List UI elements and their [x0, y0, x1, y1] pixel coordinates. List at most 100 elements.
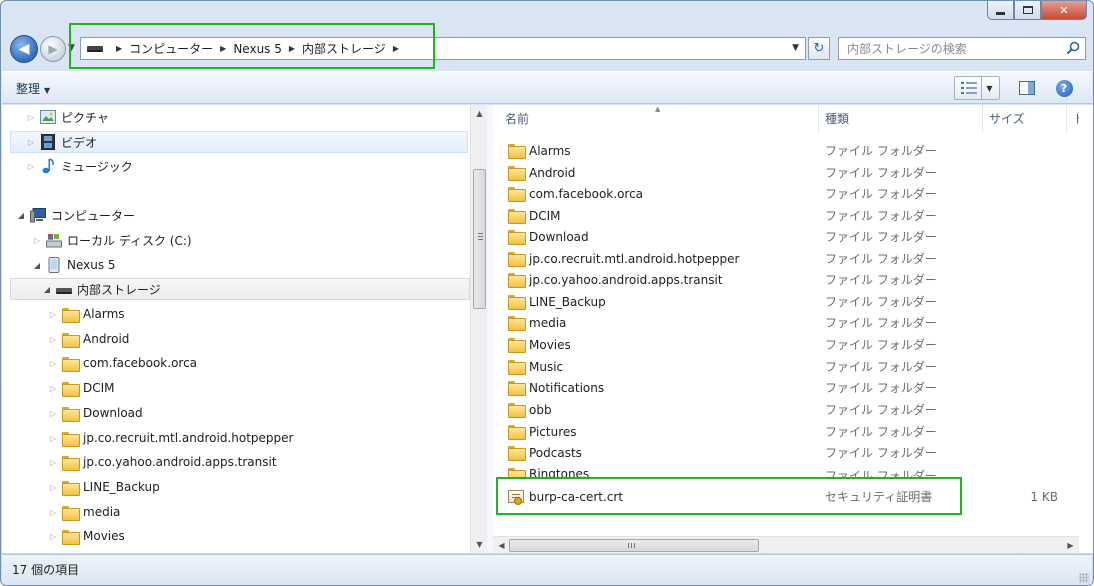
- file-type: ファイル フォルダー: [825, 446, 937, 460]
- help-icon: ?: [1055, 79, 1073, 97]
- organize-button[interactable]: 整理 ▼: [16, 80, 50, 97]
- scroll-up-icon[interactable]: ▲: [471, 105, 488, 122]
- tree-item-folder[interactable]: ▷ jp.co.recruit.mtl.android.hotpepper: [48, 427, 468, 449]
- folder-icon: [508, 381, 526, 396]
- search-icon[interactable]: [1066, 41, 1080, 55]
- tree-item-internal-storage[interactable]: ◢ 内部ストレージ: [10, 278, 470, 300]
- tree-item-folder[interactable]: ▷ jp.co.yahoo.android.apps.transit: [48, 451, 468, 473]
- table-row[interactable]: Pictures ファイル フォルダー: [493, 421, 1093, 442]
- back-button[interactable]: ◀: [10, 35, 38, 63]
- tree-item-folder[interactable]: ▷ media: [48, 501, 468, 523]
- scrollbar-thumb[interactable]: [509, 539, 759, 552]
- expand-arrow-icon[interactable]: ▷: [48, 409, 58, 418]
- table-row[interactable]: Download ファイル フォルダー: [493, 226, 1093, 247]
- file-type: ファイル フォルダー: [825, 273, 937, 287]
- table-row[interactable]: Notifications ファイル フォルダー: [493, 377, 1093, 398]
- chevron-down-icon[interactable]: ▼: [986, 84, 992, 93]
- close-button[interactable]: ✕: [1041, 1, 1087, 20]
- expand-arrow-icon[interactable]: ▷: [48, 359, 58, 368]
- help-button[interactable]: ?: [1053, 76, 1075, 100]
- expand-arrow-icon[interactable]: ▷: [32, 236, 42, 245]
- expand-arrow-icon[interactable]: ▷: [48, 434, 58, 443]
- tree-item-folder[interactable]: ▷ LINE_Backup: [48, 476, 468, 498]
- expand-arrow-icon[interactable]: ▷: [48, 458, 58, 467]
- folder-icon: [62, 454, 80, 471]
- folder-icon: [508, 273, 526, 288]
- expand-arrow-icon[interactable]: ▷: [48, 532, 58, 541]
- table-row[interactable]: obb ファイル フォルダー: [493, 399, 1093, 420]
- search-input[interactable]: [839, 41, 1054, 56]
- table-row[interactable]: jp.co.recruit.mtl.android.hotpepper ファイル …: [493, 248, 1093, 269]
- address-dropdown-icon[interactable]: ▼: [792, 43, 799, 53]
- refresh-button[interactable]: ↻: [808, 37, 830, 60]
- divider: [981, 77, 983, 99]
- expand-arrow-icon[interactable]: ▷: [48, 384, 58, 393]
- tree-item-folder[interactable]: ▷ Movies: [48, 525, 468, 547]
- expand-arrow-icon[interactable]: ▷: [26, 113, 36, 122]
- search-box: [838, 37, 1086, 60]
- resize-grip-icon[interactable]: [1079, 573, 1089, 583]
- collapse-arrow-icon[interactable]: ◢: [42, 285, 52, 294]
- expand-arrow-icon[interactable]: ▷: [48, 335, 58, 344]
- tree-item-folder[interactable]: ▷ DCIM: [48, 377, 468, 399]
- details-view-icon: [961, 82, 978, 94]
- tree-item-local-disk[interactable]: ▷ ローカル ディスク (C:): [32, 229, 462, 251]
- scroll-down-icon[interactable]: ▼: [471, 536, 488, 553]
- expand-arrow-icon[interactable]: ▷: [26, 162, 36, 171]
- tree-item-folder[interactable]: ▷ com.facebook.orca: [48, 352, 468, 374]
- preview-pane-icon: [1019, 81, 1035, 95]
- table-row[interactable]: jp.co.yahoo.android.apps.transit ファイル フォル…: [493, 269, 1093, 290]
- maximize-button[interactable]: [1014, 1, 1041, 20]
- tree-item-pictures[interactable]: ▷ ピクチャ: [26, 106, 466, 128]
- tree-item-folder[interactable]: ▷ Download: [48, 402, 468, 424]
- file-name: Android: [529, 165, 576, 180]
- collapse-arrow-icon[interactable]: ◢: [32, 261, 42, 270]
- table-row[interactable]: LINE_Backup ファイル フォルダー: [493, 291, 1093, 312]
- expand-arrow-icon[interactable]: ▷: [48, 508, 58, 517]
- collapse-arrow-icon[interactable]: ◢: [16, 211, 26, 220]
- back-arrow-icon: ◀: [18, 41, 30, 57]
- highlight-box-certificate: [496, 477, 962, 515]
- file-type: ファイル フォルダー: [825, 295, 937, 309]
- window-controls: ✕: [987, 1, 1087, 20]
- table-row[interactable]: Podcasts ファイル フォルダー: [493, 442, 1093, 463]
- navigation-pane-scrollbar[interactable]: ▲ ▼: [470, 105, 487, 553]
- file-name: media: [529, 315, 567, 330]
- table-row[interactable]: Movies ファイル フォルダー: [493, 334, 1093, 355]
- column-header-size[interactable]: サイズ: [983, 105, 1067, 132]
- table-row[interactable]: Android ファイル フォルダー: [493, 162, 1093, 183]
- forward-button[interactable]: ▶: [40, 36, 66, 62]
- file-type: ファイル フォルダー: [825, 381, 937, 395]
- change-view-button[interactable]: ▼: [954, 76, 1000, 100]
- tree-item-folder[interactable]: ▷ Android: [48, 328, 468, 350]
- folder-icon: [508, 338, 526, 353]
- tree-item-videos[interactable]: ▷ ビデオ: [10, 131, 468, 153]
- pictures-icon: [40, 109, 56, 125]
- refresh-icon: ↻: [813, 41, 825, 56]
- file-list-horizontal-scrollbar[interactable]: ◀ ▶: [493, 536, 1079, 553]
- expand-arrow-icon[interactable]: ▷: [48, 310, 58, 319]
- scroll-left-icon[interactable]: ◀: [493, 537, 510, 554]
- tree-item-music[interactable]: ▷ ミュージック: [26, 155, 466, 177]
- column-header-name[interactable]: 名前: [499, 105, 819, 132]
- column-header-label: 名前: [505, 112, 530, 126]
- table-row[interactable]: Alarms ファイル フォルダー: [493, 140, 1093, 161]
- table-row[interactable]: media ファイル フォルダー: [493, 312, 1093, 333]
- file-name: obb: [529, 402, 552, 417]
- file-name: Podcasts: [529, 445, 582, 460]
- table-row[interactable]: com.facebook.orca ファイル フォルダー: [493, 183, 1093, 204]
- expand-arrow-icon[interactable]: ▷: [26, 138, 36, 147]
- scroll-right-icon[interactable]: ▶: [1062, 537, 1079, 554]
- minimize-button[interactable]: [987, 1, 1014, 20]
- folder-icon: [62, 504, 80, 521]
- tree-item-nexus5[interactable]: ◢ Nexus 5: [32, 254, 462, 276]
- tree-item-computer[interactable]: ◢ コンピューター: [16, 204, 456, 226]
- table-row[interactable]: Ringtones ファイル フォルダー: [493, 464, 1093, 478]
- table-row[interactable]: Music ファイル フォルダー: [493, 356, 1093, 377]
- preview-pane-button[interactable]: [1016, 76, 1038, 100]
- column-header-type[interactable]: 種類: [819, 105, 983, 132]
- tree-item-folder[interactable]: ▷ Alarms: [48, 303, 468, 325]
- scrollbar-thumb[interactable]: [473, 169, 486, 309]
- expand-arrow-icon[interactable]: ▷: [48, 483, 58, 492]
- table-row[interactable]: DCIM ファイル フォルダー: [493, 205, 1093, 226]
